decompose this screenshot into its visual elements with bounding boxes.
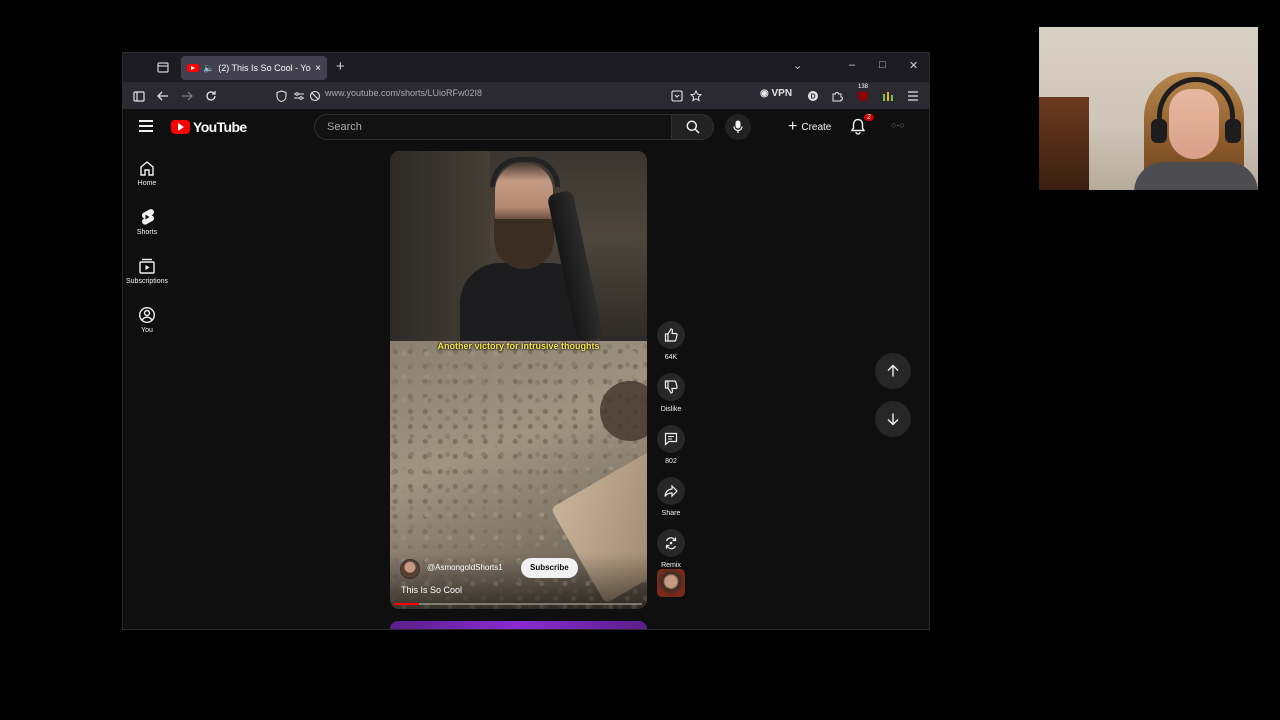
- sidebar-label-subscriptions: Subscriptions: [125, 278, 169, 285]
- shorts-icon: [141, 209, 155, 225]
- star-icon[interactable]: [686, 86, 706, 106]
- tab-close-button[interactable]: ×: [311, 63, 325, 74]
- reload-icon[interactable]: [201, 86, 221, 106]
- sidebar-label-home: Home: [137, 180, 157, 187]
- youtube-logo[interactable]: YouTube: [171, 119, 247, 135]
- guide-menu-icon[interactable]: [139, 120, 153, 132]
- youtube-favicon-icon: [187, 64, 199, 72]
- notifications-button[interactable]: [850, 118, 870, 138]
- streamer-camera-feed: [390, 151, 647, 343]
- arrow-down-icon: [887, 413, 899, 426]
- arrow-up-icon: [887, 364, 899, 377]
- tab-title: (2) This Is So Cool - YouTube: [218, 63, 311, 73]
- previous-short-button[interactable]: [875, 353, 911, 389]
- home-icon: [140, 161, 154, 176]
- share-label: Share: [661, 510, 681, 517]
- subscriptions-icon: [139, 258, 155, 274]
- masthead: YouTube Search + Create 2 ○-○: [123, 109, 929, 145]
- remix-icon: [665, 537, 677, 550]
- comments-button[interactable]: 802: [656, 425, 686, 465]
- channel-avatar[interactable]: [400, 559, 420, 579]
- microphone-icon: [733, 120, 743, 133]
- speaker-icon[interactable]: 🔈: [203, 63, 214, 74]
- autoplay-blocked-icon[interactable]: [305, 86, 325, 106]
- short-info-overlay: [390, 553, 647, 609]
- active-tab[interactable]: 🔈 (2) This Is So Cool - YouTube ×: [181, 56, 327, 80]
- video-caption: Another victory for intrusive thoughts: [437, 341, 600, 351]
- like-count: 64K: [664, 354, 678, 361]
- next-short-preview[interactable]: [390, 621, 647, 629]
- sidebar-label-shorts: Shorts: [136, 229, 158, 236]
- vpn-status[interactable]: ◉ VPN: [760, 88, 792, 99]
- tab-overview-icon[interactable]: [151, 57, 175, 79]
- account-avatar[interactable]: ○-○: [891, 120, 911, 134]
- sidebar-icon[interactable]: [129, 86, 149, 106]
- new-tab-button[interactable]: +: [336, 58, 345, 75]
- search-icon: [686, 120, 700, 134]
- navigation-toolbar: www.youtube.com/shorts/LUioRFw02I8 ◉ VPN…: [123, 82, 929, 109]
- create-button[interactable]: + Create: [778, 115, 842, 139]
- sidebar-label-you: You: [141, 327, 153, 334]
- shorts-video-player[interactable]: Another victory for intrusive thoughts @…: [390, 151, 647, 609]
- url-bar[interactable]: www.youtube.com/shorts/LUioRFw02I8: [325, 88, 482, 98]
- video-progress-bar[interactable]: [394, 603, 642, 605]
- hamburger-icon[interactable]: [903, 86, 923, 106]
- extension-badge: 138: [858, 84, 869, 90]
- forward-arrow-icon[interactable]: [177, 86, 197, 106]
- puzzle-icon[interactable]: [827, 86, 847, 106]
- video-progress-fill: [394, 603, 419, 605]
- search-button[interactable]: [672, 114, 714, 140]
- minimize-button[interactable]: –: [849, 59, 855, 71]
- dislike-button[interactable]: Dislike: [656, 373, 686, 413]
- list-all-tabs-button[interactable]: ⌄: [793, 59, 802, 72]
- you-icon: [138, 306, 156, 324]
- sidebar-item-you[interactable]: You: [123, 306, 171, 334]
- desktop: 🔈 (2) This Is So Cool - YouTube × + ⌄ – …: [0, 0, 1280, 720]
- short-title[interactable]: This Is So Cool: [401, 585, 462, 595]
- sidebar-item-home[interactable]: Home: [123, 159, 171, 187]
- comment-count: 802: [665, 458, 677, 465]
- dislike-label: Dislike: [660, 406, 682, 413]
- share-button[interactable]: Share: [656, 477, 686, 517]
- maximize-button[interactable]: □: [879, 59, 886, 71]
- like-icon: [664, 328, 678, 342]
- back-arrow-icon[interactable]: [153, 86, 173, 106]
- like-button[interactable]: 64K: [656, 321, 686, 361]
- sidebar-item-subscriptions[interactable]: Subscriptions: [123, 257, 171, 285]
- next-short-button[interactable]: [875, 401, 911, 437]
- equalizer-extension-icon[interactable]: [878, 86, 898, 106]
- remix-button[interactable]: Remix: [656, 529, 686, 569]
- sidebar-item-shorts[interactable]: Shorts: [123, 208, 171, 236]
- tab-bar: 🔈 (2) This Is So Cool - YouTube × + ⌄ – …: [123, 53, 929, 82]
- pocket-icon[interactable]: [667, 86, 687, 106]
- account-circle-icon[interactable]: D: [803, 86, 823, 106]
- youtube-page: YouTube Search + Create 2 ○-○ Home Short…: [123, 109, 929, 629]
- create-label: Create: [801, 121, 832, 133]
- plus-icon: +: [788, 118, 798, 135]
- notification-count-badge: 2: [864, 114, 874, 121]
- voice-search-button[interactable]: [725, 114, 751, 140]
- channel-name[interactable]: @AsmongoldShorts1: [427, 563, 503, 572]
- youtube-play-icon: [171, 120, 190, 134]
- remix-label: Remix: [661, 562, 681, 569]
- share-icon: [664, 484, 678, 498]
- webcam-overlay: [1039, 27, 1258, 190]
- bell-icon: [850, 118, 866, 135]
- subscribe-button[interactable]: Subscribe: [521, 558, 578, 578]
- sound-thumbnail[interactable]: [657, 569, 685, 597]
- vpn-label: VPN: [771, 88, 793, 99]
- dislike-icon: [664, 380, 678, 394]
- shield-icon[interactable]: [271, 86, 291, 106]
- comment-icon: [664, 432, 678, 446]
- search-input[interactable]: Search: [314, 114, 672, 140]
- browser-window: 🔈 (2) This Is So Cool - YouTube × + ⌄ – …: [122, 52, 930, 630]
- svg-text:D: D: [810, 94, 815, 101]
- close-window-button[interactable]: ✕: [909, 59, 918, 72]
- youtube-logo-text: YouTube: [193, 119, 247, 135]
